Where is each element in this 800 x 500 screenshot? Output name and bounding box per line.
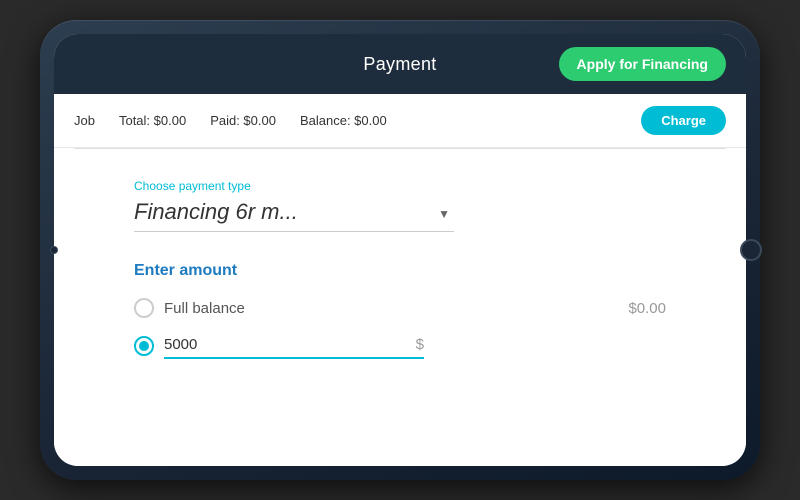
apply-financing-button[interactable]: Apply for Financing [559, 47, 726, 81]
payment-type-section: Choose payment type Financing 6r m... ▼ [134, 179, 666, 232]
custom-amount-row: $ [134, 332, 666, 359]
main-content: Choose payment type Financing 6r m... ▼ … [54, 149, 746, 466]
currency-symbol: $ [412, 336, 424, 353]
full-balance-radio[interactable] [134, 298, 154, 318]
tablet-screen: Payment Apply for Financing Job Total: $… [54, 34, 746, 466]
chevron-down-icon: ▼ [438, 207, 450, 221]
amount-input-wrapper: $ [164, 332, 424, 359]
tablet-frame: Payment Apply for Financing Job Total: $… [40, 20, 760, 480]
job-label: Job [74, 113, 95, 128]
enter-amount-title: Enter amount [134, 262, 666, 280]
custom-amount-radio[interactable] [134, 336, 154, 356]
paid-amount: Paid: $0.00 [210, 113, 276, 128]
camera-dot [50, 246, 58, 254]
payment-type-label: Choose payment type [134, 179, 666, 193]
full-balance-row: Full balance $0.00 [134, 298, 666, 318]
total-amount: Total: $0.00 [119, 113, 186, 128]
balance-amount: Balance: $0.00 [300, 113, 387, 128]
header: Payment Apply for Financing [54, 34, 746, 94]
home-button[interactable] [740, 239, 762, 261]
summary-bar: Job Total: $0.00 Paid: $0.00 Balance: $0… [54, 94, 746, 148]
enter-amount-section: Enter amount Full balance $0.00 $ [134, 262, 666, 359]
charge-button[interactable]: Charge [641, 106, 726, 135]
amount-input[interactable] [164, 332, 412, 357]
payment-type-value: Financing 6r m... [134, 199, 298, 224]
full-balance-label: Full balance [164, 300, 618, 317]
payment-type-dropdown[interactable]: Financing 6r m... ▼ [134, 199, 454, 232]
page-title: Payment [363, 54, 436, 75]
radio-selected-indicator [139, 341, 149, 351]
full-balance-amount: $0.00 [628, 300, 666, 317]
